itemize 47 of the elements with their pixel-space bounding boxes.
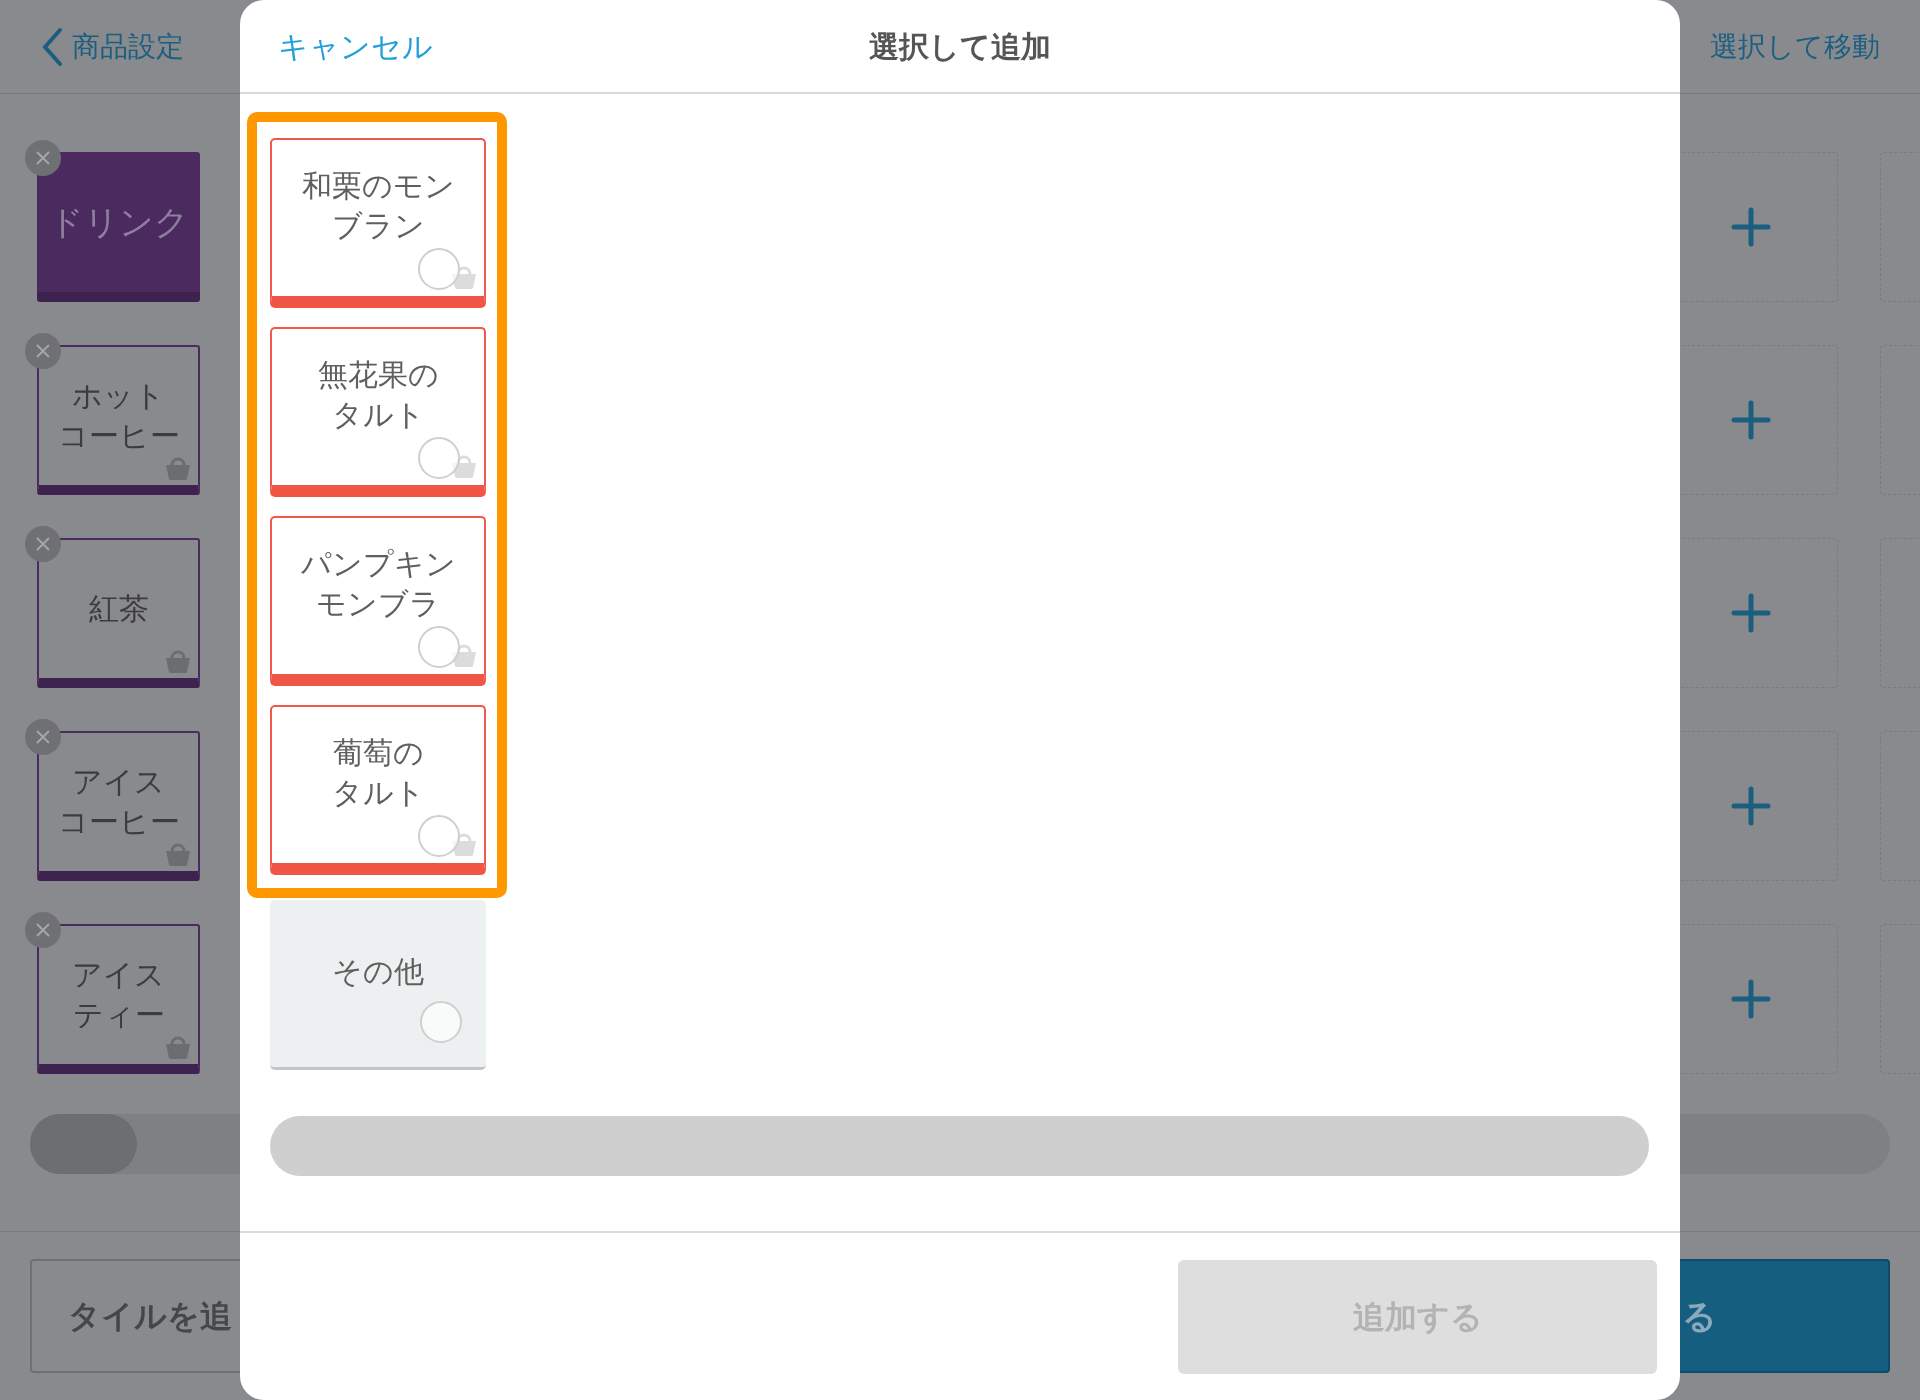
plus-icon	[1730, 207, 1771, 247]
tile[interactable]: 紅茶	[37, 538, 200, 688]
tile[interactable]: ホット コーヒー	[37, 345, 200, 495]
tile-label: 和栗のモン	[301, 168, 455, 204]
tile-label: モンブラ	[316, 586, 440, 622]
tile-label: ホット	[72, 378, 165, 414]
tile-label: 葡萄の	[332, 735, 424, 771]
tile-label: ティー	[72, 997, 165, 1033]
remove-icon[interactable]	[25, 526, 61, 562]
item-tile[interactable]: 葡萄の タルト	[270, 705, 486, 875]
basket-icon	[164, 1034, 192, 1060]
tile-label: ブラン	[331, 208, 425, 244]
remove-icon[interactable]	[25, 333, 61, 369]
basket-icon	[164, 841, 192, 867]
tile-label: タルト	[331, 397, 425, 433]
tile-label: タルト	[331, 775, 425, 811]
plus-icon	[1730, 593, 1771, 633]
cancel-button[interactable]: キャンセル	[278, 23, 433, 69]
tile-label: コーヒー	[57, 418, 180, 454]
tile-label: パンプキン	[300, 546, 456, 582]
tile[interactable]: ドリンク	[37, 152, 200, 302]
plus-icon	[1730, 400, 1771, 440]
remove-icon[interactable]	[25, 719, 61, 755]
remove-icon[interactable]	[25, 140, 61, 176]
tile-label: コーヒー	[57, 804, 180, 840]
basket-icon	[164, 648, 192, 674]
basket-icon	[164, 455, 192, 481]
tile-label: ドリンク	[48, 202, 189, 242]
tile-label: 無花果の	[317, 357, 439, 393]
back-link[interactable]: 商品設定	[40, 25, 184, 68]
tile-label: アイス	[72, 764, 165, 800]
scroll-thumb[interactable]	[30, 1114, 137, 1174]
item-tile[interactable]: パンプキン モンブラ	[270, 516, 486, 686]
plus-icon	[1730, 979, 1771, 1019]
plus-icon	[1730, 786, 1771, 826]
item-tile[interactable]: 無花果の タルト	[270, 327, 486, 497]
tile[interactable]: アイス ティー	[37, 924, 200, 1074]
tile-label: 紅茶	[88, 591, 149, 627]
move-selected-link[interactable]: 選択して移動	[1710, 25, 1880, 68]
item-tile[interactable]: その他	[270, 900, 486, 1070]
tile-label: アイス	[72, 957, 165, 993]
remove-icon[interactable]	[25, 912, 61, 948]
tile-label: その他	[332, 953, 424, 990]
item-tile[interactable]: 和栗のモン ブラン	[270, 138, 486, 308]
back-chevron-icon	[40, 26, 64, 67]
tile[interactable]: アイス コーヒー	[37, 731, 200, 881]
dialog-title: 選択して追加	[869, 28, 1051, 65]
